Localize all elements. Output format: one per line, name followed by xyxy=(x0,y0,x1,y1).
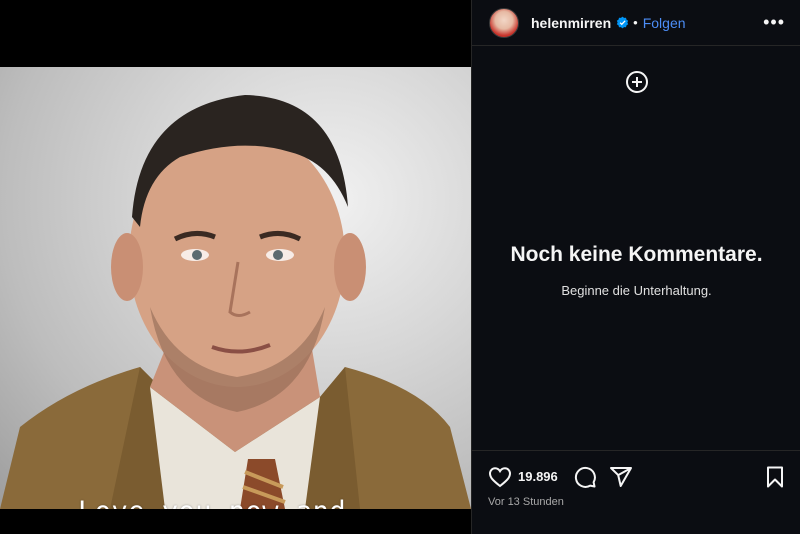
comment-bubble-icon[interactable] xyxy=(573,465,597,489)
post-header: helenmirren • Folgen ••• xyxy=(472,0,800,46)
post-photo[interactable]: Love you now and always helen xyxy=(0,67,471,509)
plus-circle-icon[interactable] xyxy=(625,70,649,94)
more-options-icon[interactable]: ••• xyxy=(763,13,785,31)
follow-button[interactable]: Folgen xyxy=(643,15,686,31)
post-overlay-caption: Love you now and always helen xyxy=(78,497,418,510)
avatar[interactable] xyxy=(489,7,519,38)
separator-dot: • xyxy=(633,15,638,30)
username-link[interactable]: helenmirren xyxy=(531,15,611,31)
empty-comments-subtitle: Beginne die Unterhaltung. xyxy=(561,283,712,298)
post-actions-bar: 19.896 Vor 13 Stunden xyxy=(472,450,800,534)
post-timestamp: Vor 13 Stunden xyxy=(488,496,564,508)
portrait-illustration xyxy=(0,95,471,509)
post-media: Love you now and always helen xyxy=(0,0,471,534)
heart-icon[interactable] xyxy=(488,465,512,489)
likes-count[interactable]: 19.896 xyxy=(518,469,558,484)
verified-badge-icon xyxy=(616,16,629,29)
bookmark-icon[interactable] xyxy=(763,465,787,489)
paper-plane-icon[interactable] xyxy=(609,465,633,489)
empty-comments-title: Noch keine Kommentare. xyxy=(510,243,763,266)
post-sidebar: helenmirren • Folgen ••• Noch keine Komm… xyxy=(471,0,800,534)
